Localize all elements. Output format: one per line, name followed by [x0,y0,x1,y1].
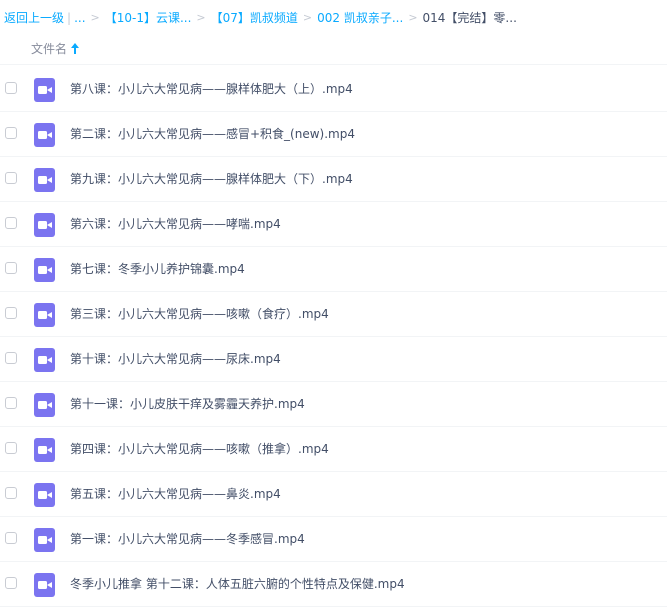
file-row[interactable]: 第三课：小儿六大常见病——咳嗽（食疗）.mp4 [0,292,667,337]
camera-lens-shape [47,582,52,588]
file-row[interactable]: 冬季小儿推拿 第十二课：人体五脏六腑的个性特点及保健.mp4 [0,562,667,607]
file-name[interactable]: 第七课：冬季小儿养护锦囊.mp4 [70,261,245,277]
breadcrumb-separator: > [408,11,418,24]
file-name[interactable]: 第五课：小儿六大常见病——鼻炎.mp4 [70,486,281,502]
camera-lens-shape [47,177,52,183]
camera-lens-shape [47,447,52,453]
video-file-icon [34,573,55,597]
breadcrumb-pipe: | [67,11,72,25]
video-file-icon [34,258,55,282]
file-row[interactable]: 第二课：小儿六大常见病——感冒+积食_(new).mp4 [0,112,667,157]
row-checkbox[interactable] [5,532,17,544]
video-file-icon [34,213,55,237]
file-name[interactable]: 第四课：小儿六大常见病——咳嗽（推拿）.mp4 [70,441,329,457]
file-row[interactable]: 第十课：小儿六大常见病——尿床.mp4 [0,337,667,382]
breadcrumb-item-yunke[interactable]: 【10-1】云课... [105,9,192,27]
file-name[interactable]: 第十一课：小儿皮肤干痒及雾霾天养护.mp4 [70,396,305,412]
back-link[interactable]: 返回上一级 [4,9,64,27]
video-file-icon [34,123,55,147]
camera-body-shape [38,491,47,499]
camera-body-shape [38,266,47,274]
camera-body-shape [38,401,47,409]
file-name[interactable]: 第十课：小儿六大常见病——尿床.mp4 [70,351,281,367]
row-checkbox[interactable] [5,577,17,589]
row-checkbox[interactable] [5,217,17,229]
breadcrumb-ellipsis[interactable]: ... [74,9,85,27]
camera-lens-shape [47,492,52,498]
camera-body-shape [38,311,47,319]
video-file-icon [34,78,55,102]
camera-body-shape [38,176,47,184]
video-file-icon [34,168,55,192]
video-file-icon [34,348,55,372]
file-name[interactable]: 第八课：小儿六大常见病——腺样体肥大（上）.mp4 [70,81,353,97]
breadcrumb-separator: > [196,11,206,24]
row-checkbox[interactable] [5,397,17,409]
file-name[interactable]: 第六课：小儿六大常见病——哮喘.mp4 [70,216,281,232]
file-row[interactable]: 第四课：小儿六大常见病——咳嗽（推拿）.mp4 [0,427,667,472]
camera-body-shape [38,356,47,364]
file-row[interactable]: 第九课：小儿六大常见病——腺样体肥大（下）.mp4 [0,157,667,202]
row-checkbox[interactable] [5,262,17,274]
breadcrumb: 返回上一级 | ... > 【10-1】云课... > 【07】凯叔频道 > 0… [4,9,517,27]
video-file-icon [34,393,55,417]
file-row[interactable]: 第六课：小儿六大常见病——哮喘.mp4 [0,202,667,247]
file-name[interactable]: 第九课：小儿六大常见病——腺样体肥大（下）.mp4 [70,171,353,187]
camera-lens-shape [47,222,52,228]
file-row[interactable]: 第八课：小儿六大常见病——腺样体肥大（上）.mp4 [0,67,667,112]
camera-lens-shape [47,267,52,273]
row-checkbox[interactable] [5,172,17,184]
camera-lens-shape [47,537,52,543]
file-list-header: 文件名 [0,34,667,65]
camera-body-shape [38,86,47,94]
video-file-icon [34,303,55,327]
file-name[interactable]: 第一课：小儿六大常见病——冬季感冒.mp4 [70,531,305,547]
breadcrumb-separator: > [90,11,100,24]
row-checkbox[interactable] [5,442,17,454]
breadcrumb-separator: > [302,11,313,24]
camera-lens-shape [47,132,52,138]
breadcrumb-item-kaishu-channel[interactable]: 【07】凯叔频道 [211,9,298,27]
video-file-icon [34,528,55,552]
file-name[interactable]: 冬季小儿推拿 第十二课：人体五脏六腑的个性特点及保健.mp4 [70,576,405,592]
camera-body-shape [38,221,47,229]
camera-body-shape [38,536,47,544]
file-name[interactable]: 第三课：小儿六大常见病——咳嗽（食疗）.mp4 [70,306,329,322]
camera-body-shape [38,581,47,589]
video-file-icon [34,483,55,507]
file-row[interactable]: 第一课：小儿六大常见病——冬季感冒.mp4 [0,517,667,562]
camera-lens-shape [47,357,52,363]
row-checkbox[interactable] [5,487,17,499]
row-checkbox[interactable] [5,127,17,139]
sort-ascending-icon [71,42,80,55]
file-list: 第八课：小儿六大常见病——腺样体肥大（上）.mp4 第二课：小儿六大常见病——感冒… [0,67,667,607]
row-checkbox[interactable] [5,82,17,94]
camera-body-shape [38,131,47,139]
row-checkbox[interactable] [5,307,17,319]
file-row[interactable]: 第七课：冬季小儿养护锦囊.mp4 [0,247,667,292]
camera-lens-shape [47,312,52,318]
file-name[interactable]: 第二课：小儿六大常见病——感冒+积食_(new).mp4 [70,126,355,142]
video-file-icon [34,438,55,462]
file-row[interactable]: 第五课：小儿六大常见病——鼻炎.mp4 [0,472,667,517]
sort-by-filename[interactable]: 文件名 [31,40,80,57]
camera-lens-shape [47,87,52,93]
file-row[interactable]: 第十一课：小儿皮肤干痒及雾霾天养护.mp4 [0,382,667,427]
row-checkbox[interactable] [5,352,17,364]
breadcrumb-item-kaishu-parenting[interactable]: 002 凯叔亲子... [317,9,403,27]
camera-body-shape [38,446,47,454]
column-label-filename: 文件名 [31,42,68,56]
breadcrumb-current: 014【完结】零... [422,11,517,25]
camera-lens-shape [47,402,52,408]
